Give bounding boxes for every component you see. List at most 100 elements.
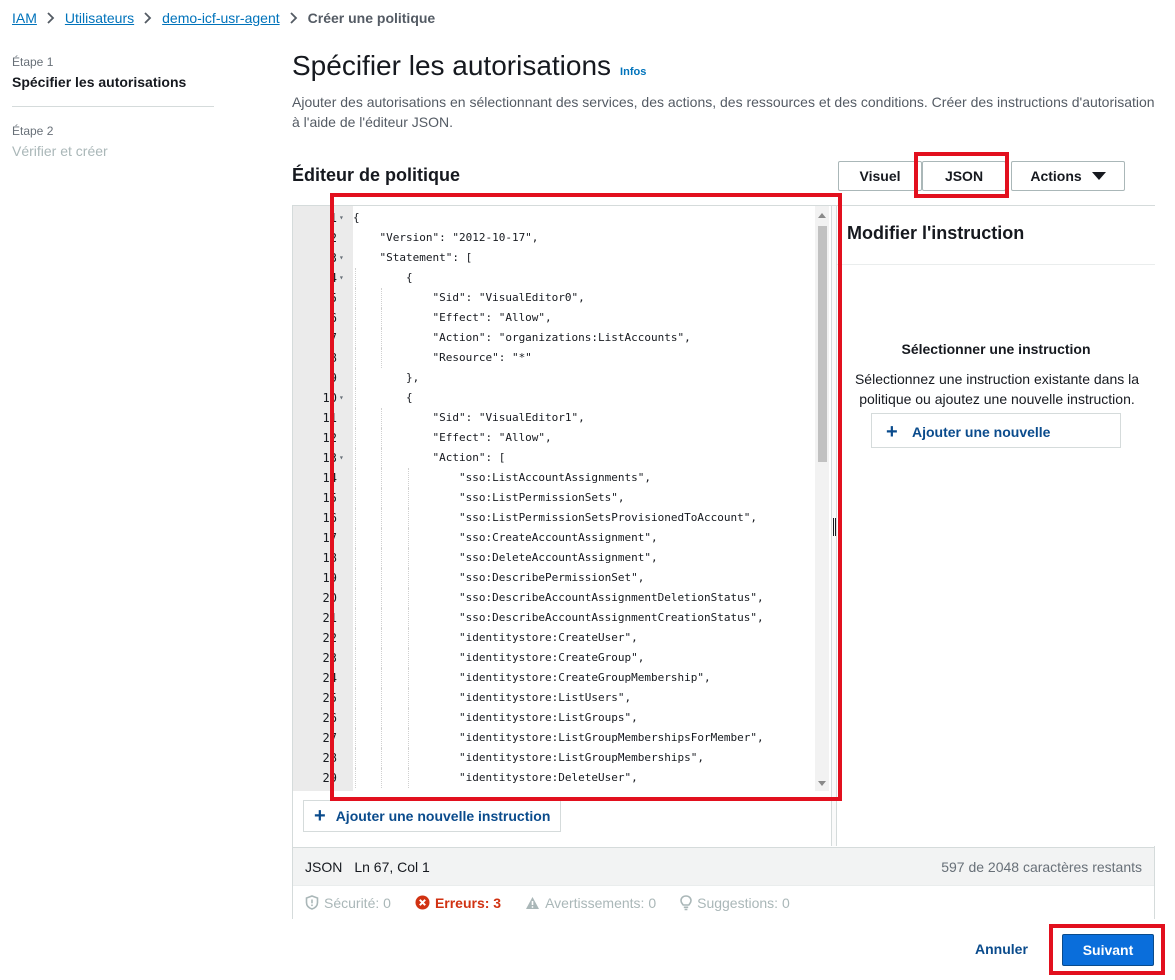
divider	[837, 264, 1155, 265]
line-number: 19	[322, 571, 337, 585]
code-text: {	[353, 391, 413, 404]
line-number: 3	[329, 251, 337, 265]
breadcrumb-user[interactable]: demo-icf-usr-agent	[162, 10, 280, 26]
cancel-button[interactable]: Annuler	[975, 941, 1028, 957]
info-link[interactable]: Infos	[620, 66, 646, 78]
fold-arrow-icon[interactable]: ▾	[339, 208, 344, 228]
code-text: "Sid": "VisualEditor0",	[353, 291, 585, 304]
step-1-label[interactable]: Spécifier les autorisations	[12, 74, 214, 90]
code-line[interactable]: 29 "identitystore:DeleteUser",	[293, 768, 831, 788]
caret-down-icon	[1091, 172, 1106, 180]
warnings-tab[interactable]: Avertissements: 0	[525, 895, 656, 911]
add-statement-label: Ajouter une nouvelle instruction	[335, 808, 551, 824]
code-line[interactable]: 8 "Resource": "*"	[293, 348, 831, 368]
code-line[interactable]: 11 "Sid": "VisualEditor1",	[293, 408, 831, 428]
code-text: "identitystore:ListUsers",	[353, 691, 632, 704]
add-new-statement-label: Ajouter une nouvelle instruction	[912, 424, 1051, 447]
breadcrumb-utilisateurs[interactable]: Utilisateurs	[65, 10, 134, 26]
code-line[interactable]: 23 "identitystore:CreateGroup",	[293, 648, 831, 668]
code-line[interactable]: 26 "identitystore:ListGroups",	[293, 708, 831, 728]
code-text: "identitystore:CreateGroup",	[353, 651, 645, 664]
validation-bar: Sécurité: 0 Erreurs: 3 Avertissements: 0…	[293, 885, 1154, 919]
breadcrumb-iam[interactable]: IAM	[12, 10, 37, 26]
scroll-down-icon[interactable]	[818, 781, 826, 786]
line-number: 13	[322, 451, 337, 465]
page-description: Ajouter des autorisations en sélectionna…	[292, 94, 1155, 130]
line-number: 7	[329, 331, 337, 345]
chevron-right-icon	[47, 12, 55, 24]
suggestions-tab[interactable]: Suggestions: 0	[680, 895, 790, 911]
code-line[interactable]: 1 ▾ {	[293, 208, 831, 228]
code-line[interactable]: 14 "sso:ListAccountAssignments",	[293, 468, 831, 488]
code-line[interactable]: 12 "Effect": "Allow",	[293, 428, 831, 448]
statement-panel-subtitle: Sélectionner une instruction	[901, 341, 1091, 357]
code-line[interactable]: 22 "identitystore:CreateUser",	[293, 628, 831, 648]
code-line[interactable]: 28 "identitystore:ListGroupMemberships",	[293, 748, 831, 768]
code-line[interactable]: 18 "sso:DeleteAccountAssignment",	[293, 548, 831, 568]
code-text: "identitystore:ListGroups",	[353, 711, 638, 724]
code-line[interactable]: 21 "sso:DescribeAccountAssignmentCreatio…	[293, 608, 831, 628]
line-number: 9	[329, 371, 337, 385]
security-tab[interactable]: Sécurité: 0	[305, 895, 391, 911]
step-2-number: Étape 2	[12, 124, 54, 138]
tab-json[interactable]: JSON	[922, 161, 1006, 191]
code-text: {	[353, 211, 360, 224]
line-number: 11	[322, 411, 337, 425]
json-code-editor[interactable]: 1 ▾{2 "Version": "2012-10-17", 3 ▾ "Stateme…	[293, 206, 831, 791]
code-line[interactable]: 24 "identitystore:CreateGroupMembership"…	[293, 668, 831, 688]
actions-dropdown[interactable]: Actions	[1011, 161, 1125, 191]
code-line[interactable]: 27 "identitystore:ListGroupMembershipsFo…	[293, 728, 831, 748]
code-line[interactable]: 3 ▾ "Statement": [	[293, 248, 831, 268]
code-line[interactable]: 10 ▾ {	[293, 388, 831, 408]
code-text: "Sid": "VisualEditor1",	[353, 411, 585, 424]
code-line[interactable]: 2 "Version": "2012-10-17",	[293, 228, 831, 248]
add-new-statement-button[interactable]: + Ajouter une nouvelle instruction	[871, 413, 1121, 448]
code-text: "identitystore:CreateGroupMembership",	[353, 671, 711, 684]
suggestions-count: Suggestions: 0	[697, 894, 790, 911]
code-line[interactable]: 4 ▾ {	[293, 268, 831, 288]
line-number: 4	[329, 271, 337, 285]
fold-arrow-icon[interactable]: ▾	[339, 388, 344, 408]
scroll-up-icon[interactable]	[818, 213, 826, 218]
next-button[interactable]: Suivant	[1062, 934, 1154, 966]
add-statement-button[interactable]: + Ajouter une nouvelle instruction	[303, 800, 562, 832]
code-text: "Statement": [	[353, 251, 473, 264]
code-line[interactable]: 5 "Sid": "VisualEditor0",	[293, 288, 831, 308]
code-text: {	[353, 271, 413, 284]
fold-arrow-icon[interactable]: ▾	[339, 268, 344, 288]
add-new-statement-content: + Ajouter une nouvelle instruction	[886, 422, 1092, 447]
lightbulb-icon	[680, 894, 692, 911]
code-line[interactable]: 13 ▾ "Action": [	[293, 448, 831, 468]
fold-arrow-icon[interactable]: ▾	[339, 248, 344, 268]
code-line[interactable]: 15 "sso:ListPermissionSets",	[293, 488, 831, 508]
vertical-scrollbar[interactable]	[815, 206, 829, 791]
policy-editor: 1 ▾{2 "Version": "2012-10-17", 3 ▾ "Stateme…	[292, 205, 1155, 919]
code-text: "Effect": "Allow",	[353, 311, 552, 324]
warnings-count: Avertissements: 0	[545, 894, 657, 911]
tab-visual[interactable]: Visuel	[838, 161, 922, 191]
code-text: "sso:DeleteAccountAssignment",	[353, 551, 658, 564]
warning-icon	[525, 896, 540, 910]
editor-title: Éditeur de politique	[292, 165, 461, 185]
code-text: "identitystore:DeleteUser",	[353, 771, 638, 784]
code-text: "Resource": "*"	[353, 351, 532, 364]
code-line[interactable]: 19 "sso:DescribePermissionSet",	[293, 568, 831, 588]
code-text: "sso:DescribeAccountAssignmentDeletionSt…	[353, 591, 764, 604]
code-line[interactable]: 25 "identitystore:ListUsers",	[293, 688, 831, 708]
step-divider	[12, 106, 214, 107]
fold-arrow-icon[interactable]: ▾	[339, 448, 344, 468]
code-line[interactable]: 9 },	[293, 368, 831, 388]
line-number: 5	[329, 291, 337, 305]
errors-tab[interactable]: Erreurs: 3	[415, 895, 501, 911]
line-number: 27	[322, 731, 337, 745]
scrollbar-thumb[interactable]	[818, 226, 827, 462]
code-line[interactable]: 16 "sso:ListPermissionSetsProvisionedToA…	[293, 508, 831, 528]
statement-panel-title: Modifier l'instruction	[847, 223, 1025, 243]
code-line[interactable]: 20 "sso:DescribeAccountAssignmentDeletio…	[293, 588, 831, 608]
code-line[interactable]: 6 "Effect": "Allow",	[293, 308, 831, 328]
line-number: 25	[322, 691, 337, 705]
code-line[interactable]: 7 "Action": "organizations:ListAccounts"…	[293, 328, 831, 348]
line-number: 14	[322, 471, 337, 485]
splitter-grip-icon[interactable]	[833, 518, 836, 536]
code-line[interactable]: 17 "sso:CreateAccountAssignment",	[293, 528, 831, 548]
